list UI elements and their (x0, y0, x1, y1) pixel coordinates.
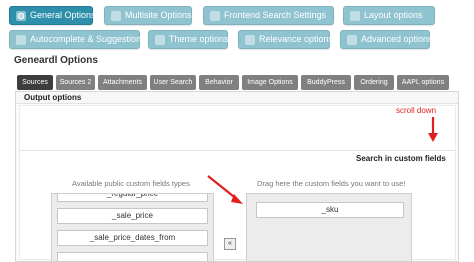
annotation-arrows (207, 117, 438, 204)
drag-arrow-icon (207, 175, 243, 204)
scroll-down-arrow-icon (428, 117, 438, 142)
